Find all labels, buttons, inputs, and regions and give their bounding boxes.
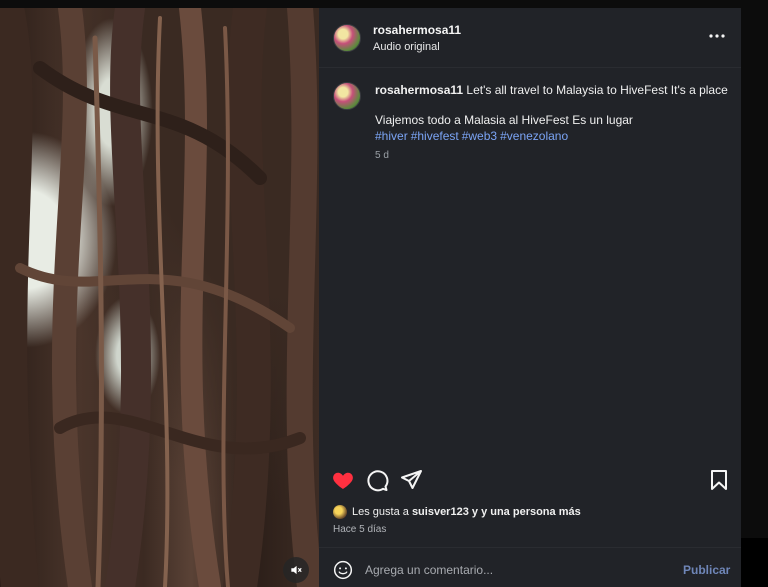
save-button[interactable] bbox=[707, 468, 731, 492]
liker-avatar bbox=[333, 505, 347, 519]
author-avatar[interactable] bbox=[333, 24, 361, 52]
likes-prefix: Les gusta a bbox=[352, 506, 409, 518]
post-date: Hace 5 días bbox=[333, 524, 387, 535]
send-icon bbox=[401, 470, 422, 489]
comment-button[interactable] bbox=[365, 468, 389, 492]
caption-username[interactable]: rosahermosa11 bbox=[375, 83, 463, 97]
page-background-strip bbox=[741, 538, 768, 587]
comment-icon bbox=[367, 470, 389, 492]
more-horizontal-icon bbox=[709, 34, 725, 38]
author-username[interactable]: rosahermosa11 bbox=[373, 23, 461, 37]
hashtag-link[interactable]: #web3 bbox=[462, 129, 497, 143]
share-button[interactable] bbox=[399, 468, 423, 492]
comment-input[interactable] bbox=[365, 560, 665, 580]
caption-avatar[interactable] bbox=[333, 82, 361, 110]
smiley-icon bbox=[333, 560, 353, 580]
caption-text: rosahermosa11 Let's all travel to Malays… bbox=[375, 83, 731, 98]
publish-button[interactable]: Publicar bbox=[683, 563, 730, 577]
caption-body-spanish: Viajemos todo a Malasia al HiveFest Es u… bbox=[375, 113, 633, 127]
audio-label[interactable]: Audio original bbox=[373, 41, 440, 53]
post-details-panel: rosahermosa11 Audio original rosahermosa… bbox=[319, 8, 741, 587]
likes-suffix[interactable]: y y una persona más bbox=[472, 506, 581, 518]
hashtag-list: #hiver #hivefest #web3 #venezolano bbox=[375, 129, 571, 143]
emoji-button[interactable] bbox=[333, 560, 353, 580]
mute-button[interactable] bbox=[283, 557, 309, 583]
hashtag-link[interactable]: #venezolano bbox=[500, 129, 568, 143]
action-bar bbox=[319, 468, 741, 494]
heart-icon bbox=[333, 472, 353, 489]
post-header: rosahermosa11 Audio original bbox=[319, 8, 741, 68]
caption-timestamp[interactable]: 5 d bbox=[375, 150, 389, 161]
video-player[interactable] bbox=[0, 8, 319, 587]
caption-body: Let's all travel to Malaysia to HiveFest… bbox=[466, 83, 728, 97]
more-options-button[interactable] bbox=[707, 28, 727, 44]
like-button[interactable] bbox=[331, 468, 355, 492]
liker-username[interactable]: suisver123 bbox=[412, 506, 469, 518]
add-comment-bar: Publicar bbox=[319, 547, 741, 587]
hashtag-link[interactable]: #hiver bbox=[375, 129, 408, 143]
video-frame-image bbox=[0, 8, 319, 587]
bookmark-icon bbox=[711, 470, 727, 490]
likes-summary[interactable]: Les gusta a suisver123 y y una persona m… bbox=[333, 505, 581, 519]
speaker-muted-icon bbox=[291, 565, 302, 575]
hashtag-link[interactable]: #hivefest bbox=[411, 129, 459, 143]
